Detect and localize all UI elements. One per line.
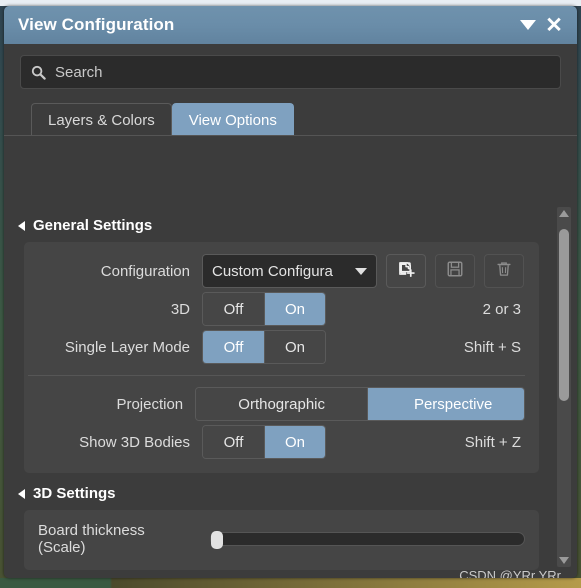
toggle-option-label: Off	[223, 338, 244, 356]
toggle-projection-perspective[interactable]: Perspective	[367, 388, 525, 420]
new-config-icon	[397, 259, 416, 283]
toggle-option-label: Off	[223, 300, 244, 318]
save-as-new-configuration-button[interactable]	[386, 254, 426, 288]
toggle-option-label: Orthographic	[238, 395, 325, 413]
collapse-caret-icon	[18, 489, 25, 499]
label-projection: Projection	[116, 395, 184, 413]
row-show-3d-bodies: Show 3D Bodies Off On Shift + Z	[24, 423, 539, 461]
tab-label: Layers & Colors	[48, 111, 155, 129]
view-configuration-panel: View Configuration ✕ Layers & Colors	[4, 6, 577, 578]
toggle-show-3d-bodies-off[interactable]: Off	[203, 426, 264, 458]
toggle-option-label: On	[284, 433, 305, 451]
toggle-3d-on[interactable]: On	[264, 293, 325, 325]
toggle-option-label: Perspective	[413, 395, 493, 413]
board-thickness-slider[interactable]	[209, 531, 525, 549]
toggle-show-3d-bodies: Off On	[202, 425, 326, 459]
label-configuration: Configuration	[100, 262, 190, 280]
label-board-thickness: Board thickness (Scale)	[38, 522, 145, 556]
panel-titlebar: View Configuration ✕	[4, 6, 577, 44]
row-board-thickness: Board thickness (Scale)	[24, 520, 539, 558]
tab-layers-and-colors[interactable]: Layers & Colors	[31, 103, 172, 136]
search-input[interactable]	[55, 63, 550, 81]
section-title: General Settings	[33, 217, 153, 234]
three-d-settings-group: Board thickness (Scale)	[24, 510, 539, 570]
settings-divider	[28, 375, 525, 376]
label-show-3d-bodies: Show 3D Bodies	[79, 433, 190, 451]
chevron-down-icon	[355, 267, 367, 275]
section-title: 3D Settings	[33, 485, 116, 502]
scrollbar-thumb[interactable]	[559, 229, 569, 401]
board-thickness-slider-thumb[interactable]	[210, 531, 223, 549]
toggle-option-label: Off	[223, 433, 244, 451]
shortcut-show-3d-bodies: Shift + Z	[464, 433, 521, 451]
row-projection: Projection Orthographic Perspective	[24, 385, 539, 423]
watermark: CSDN @YRr YRr	[459, 568, 561, 578]
toggle-show-3d-bodies-on[interactable]: On	[264, 426, 325, 458]
configuration-dropdown[interactable]: Custom Configura	[202, 254, 377, 288]
toggle-projection-orthographic[interactable]: Orthographic	[196, 388, 368, 420]
toggle-projection: Orthographic Perspective	[195, 387, 525, 421]
tab-view-options[interactable]: View Options	[171, 103, 294, 136]
desktop-bottom-strip	[0, 578, 581, 588]
toggle-3d: Off On	[202, 292, 326, 326]
toggle-option-label: On	[284, 300, 305, 318]
panel-title: View Configuration	[18, 15, 175, 34]
collapse-caret-icon	[18, 221, 25, 231]
section-header-3d-settings[interactable]: 3D Settings	[4, 473, 577, 510]
label-3d: 3D	[170, 300, 190, 318]
delete-configuration-button[interactable]	[484, 254, 524, 288]
toggle-single-layer-mode-on[interactable]: On	[264, 331, 325, 363]
settings-scrollbar[interactable]	[557, 207, 571, 567]
search-icon	[31, 65, 46, 80]
settings-scroll-area: General Settings Configuration Custom Co…	[4, 205, 577, 578]
tab-label: View Options	[188, 111, 277, 129]
toggle-single-layer-mode: Off On	[202, 330, 326, 364]
general-settings-group: Configuration Custom Configura 3D Off On…	[24, 242, 539, 473]
section-header-general-settings[interactable]: General Settings	[4, 205, 577, 242]
shortcut-3d: 2 or 3	[482, 300, 521, 318]
chevron-down-glyph	[520, 20, 536, 30]
row-3d: 3D Off On 2 or 3	[24, 290, 539, 328]
label-single-layer-mode: Single Layer Mode	[64, 338, 190, 356]
save-disk-icon	[446, 260, 464, 283]
shortcut-single-layer-mode: Shift + S	[463, 338, 521, 356]
search-field[interactable]	[20, 55, 561, 89]
save-configuration-button[interactable]	[435, 254, 475, 288]
toggle-option-label: On	[284, 338, 305, 356]
close-icon[interactable]: ✕	[541, 12, 567, 38]
trash-icon	[495, 260, 513, 283]
row-single-layer-mode: Single Layer Mode Off On Shift + S	[24, 328, 539, 366]
toggle-single-layer-mode-off[interactable]: Off	[203, 331, 264, 363]
triangle-up-icon[interactable]	[559, 210, 569, 217]
triangle-down-icon[interactable]	[559, 557, 569, 564]
configuration-dropdown-value: Custom Configura	[212, 262, 333, 280]
close-glyph: ✕	[545, 13, 563, 37]
row-configuration: Configuration Custom Configura	[24, 252, 539, 290]
panel-body: Layers & Colors View Options General Set…	[4, 55, 577, 578]
toggle-3d-off[interactable]: Off	[203, 293, 264, 325]
tab-underline	[4, 135, 577, 136]
tab-bar: Layers & Colors View Options	[4, 103, 577, 136]
chevron-down-icon[interactable]	[515, 12, 541, 38]
